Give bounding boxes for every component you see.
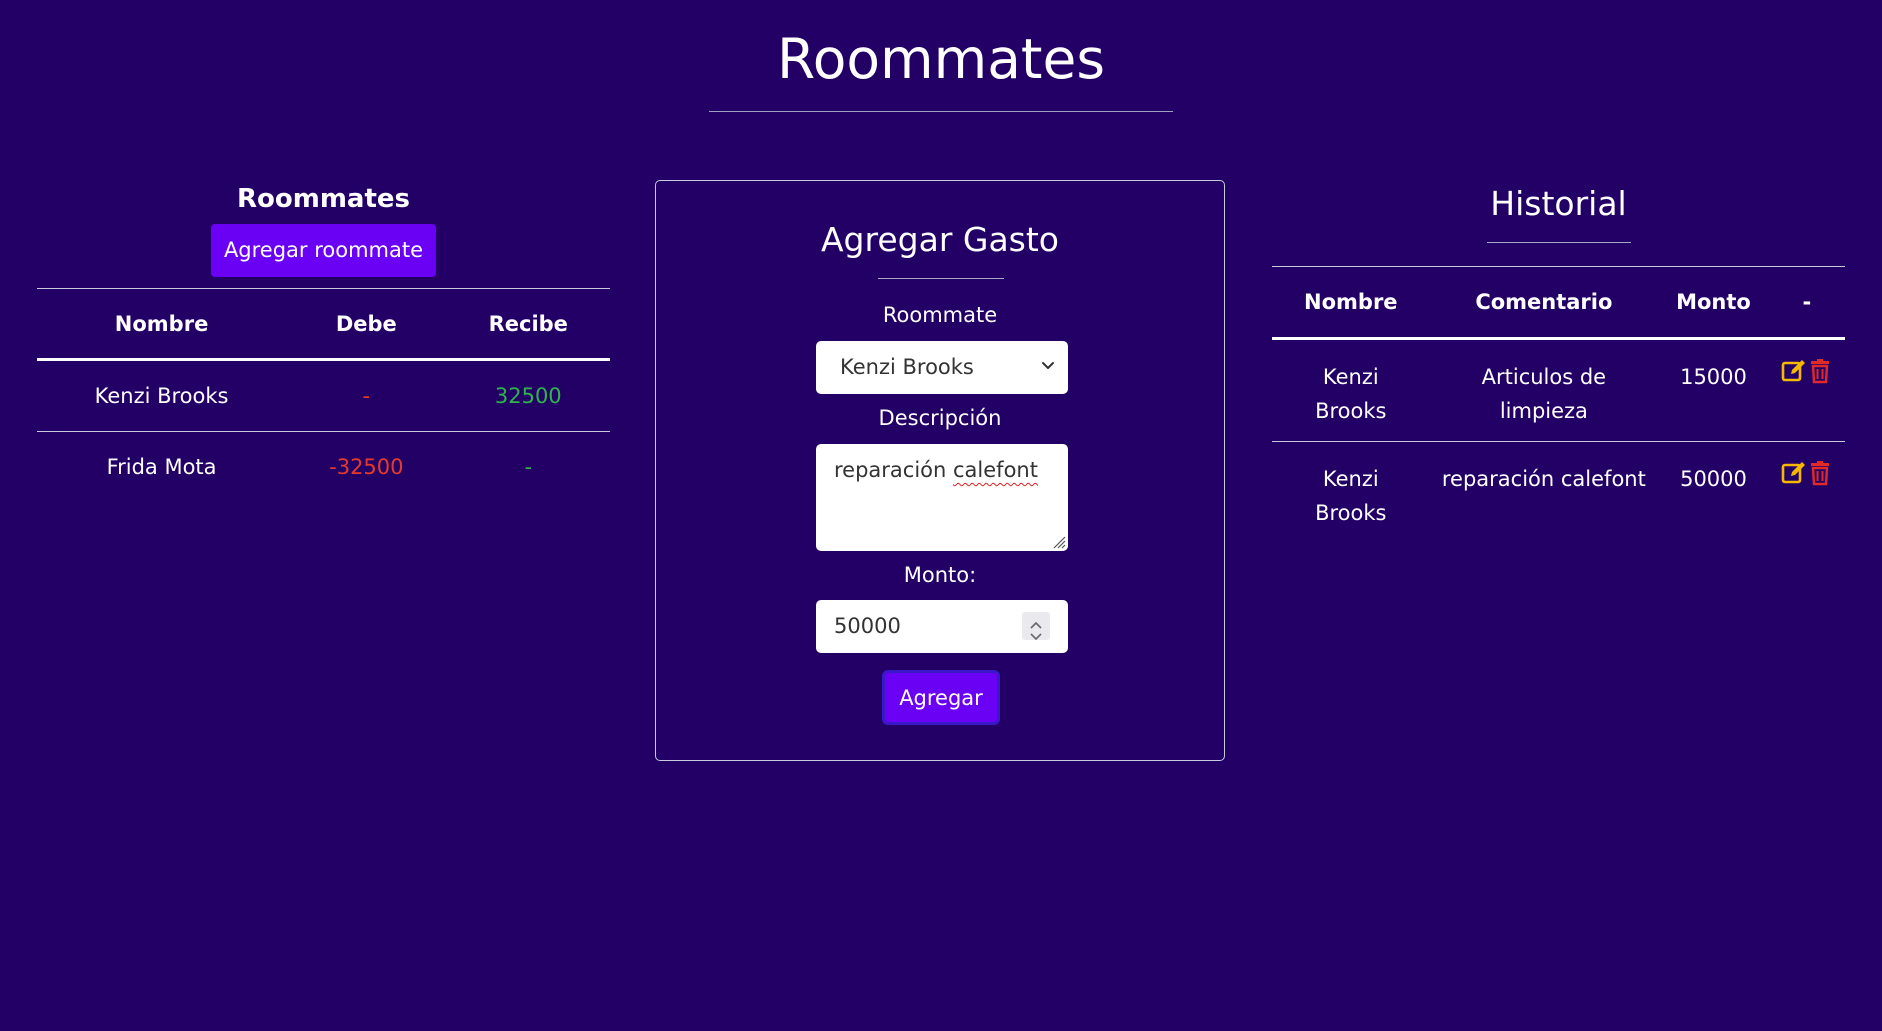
roommates-table: Nombre Debe Recibe Kenzi Brooks - 32500 … [37, 288, 610, 502]
form-title-divider [878, 278, 1004, 279]
cell-comentario: Articulos de limpieza [1429, 338, 1659, 442]
historial-panel: Historial Nombre Comentario Monto - Kenz… [1272, 176, 1845, 525]
edit-icon[interactable] [1781, 358, 1807, 384]
cell-actions [1769, 442, 1845, 544]
column-header-monto: Monto [1658, 266, 1769, 340]
cell-debe: -32500 [329, 455, 404, 479]
form-title: Agregar Gasto [820, 220, 1059, 259]
descripcion-misspelled-word: calefont [953, 458, 1038, 482]
cell-nombre: Kenzi Brooks [37, 359, 287, 432]
spinner-arrows-icon [1030, 621, 1042, 641]
monto-spinner[interactable] [1022, 612, 1050, 641]
roommate-select-value: Kenzi Brooks [840, 355, 974, 379]
page-title: Roommates [777, 27, 1105, 91]
column-header-nombre: Nombre [1272, 266, 1430, 340]
roommate-select[interactable]: Kenzi Brooks [816, 341, 1068, 394]
chevron-down-icon [1042, 362, 1054, 369]
cell-nombre-line: Kenzi [1322, 467, 1379, 491]
trash-icon[interactable] [1807, 460, 1833, 486]
table-header-row: Nombre Debe Recibe [37, 288, 610, 361]
cell-comentario-line: limpieza [1499, 399, 1588, 423]
cell-comentario: reparación calefont [1441, 467, 1646, 491]
monto-input-value: 50000 [834, 614, 901, 638]
cell-monto: 15000 [1658, 338, 1769, 442]
cell-comentario-line: Articulos de [1481, 365, 1607, 389]
column-header-nombre: Nombre [37, 288, 287, 361]
add-roommate-button[interactable]: Agregar roommate [211, 224, 436, 277]
historial-heading: Historial [1490, 184, 1627, 223]
resize-grip-icon[interactable] [1050, 533, 1066, 549]
descripcion-text: reparación [834, 458, 954, 482]
column-header-comentario: Comentario [1429, 266, 1659, 340]
trash-icon[interactable] [1807, 358, 1833, 384]
descripcion-textarea[interactable]: reparación calefont [816, 444, 1068, 551]
table-row: Kenzi Brooks reparación calefont 50000 [1272, 442, 1845, 544]
cell-nombre: Kenzi Brooks [1272, 442, 1430, 544]
cell-monto: 50000 [1680, 467, 1747, 491]
descripcion-label: Descripción [878, 406, 1002, 430]
cell-nombre: Kenzi Brooks [1272, 338, 1430, 442]
cell-debe: - [286, 359, 447, 432]
roommates-heading: Roommates [236, 184, 410, 214]
monto-input[interactable]: 50000 [816, 600, 1068, 653]
cell-nombre-line: Kenzi [1322, 365, 1379, 389]
cell-nombre-line: Brooks [1315, 501, 1387, 525]
cell-actions [1768, 338, 1845, 442]
column-header-debe: Debe [286, 288, 447, 361]
cell-nombre-line: Brooks [1315, 399, 1387, 423]
column-header-recibe: Recibe [446, 288, 610, 361]
add-expense-form: Agregar Gasto Roommate Kenzi Brooks Desc… [655, 180, 1225, 761]
historial-table: Nombre Comentario Monto - Kenzi Brooks A… [1272, 266, 1845, 543]
roommates-panel: Roommates Agregar roommate Nombre Debe R… [37, 176, 610, 502]
edit-icon[interactable] [1781, 460, 1807, 486]
table-row: Kenzi Brooks Articulos de limpieza 15000 [1272, 338, 1845, 442]
table-header-row: Nombre Comentario Monto - [1272, 266, 1845, 340]
roommate-label: Roommate [882, 303, 998, 327]
table-row: Kenzi Brooks - 32500 [37, 359, 610, 432]
column-header-actions: - [1768, 266, 1845, 340]
cell-recibe: - [524, 455, 533, 479]
cell-nombre: Frida Mota [106, 455, 217, 479]
historial-heading-divider [1487, 242, 1631, 243]
cell-recibe: 32500 [446, 359, 610, 432]
table-row: Frida Mota -32500 - [37, 432, 610, 503]
agregar-submit-button[interactable]: Agregar [882, 670, 1000, 725]
title-divider [709, 111, 1173, 112]
monto-label: Monto: [903, 563, 977, 587]
